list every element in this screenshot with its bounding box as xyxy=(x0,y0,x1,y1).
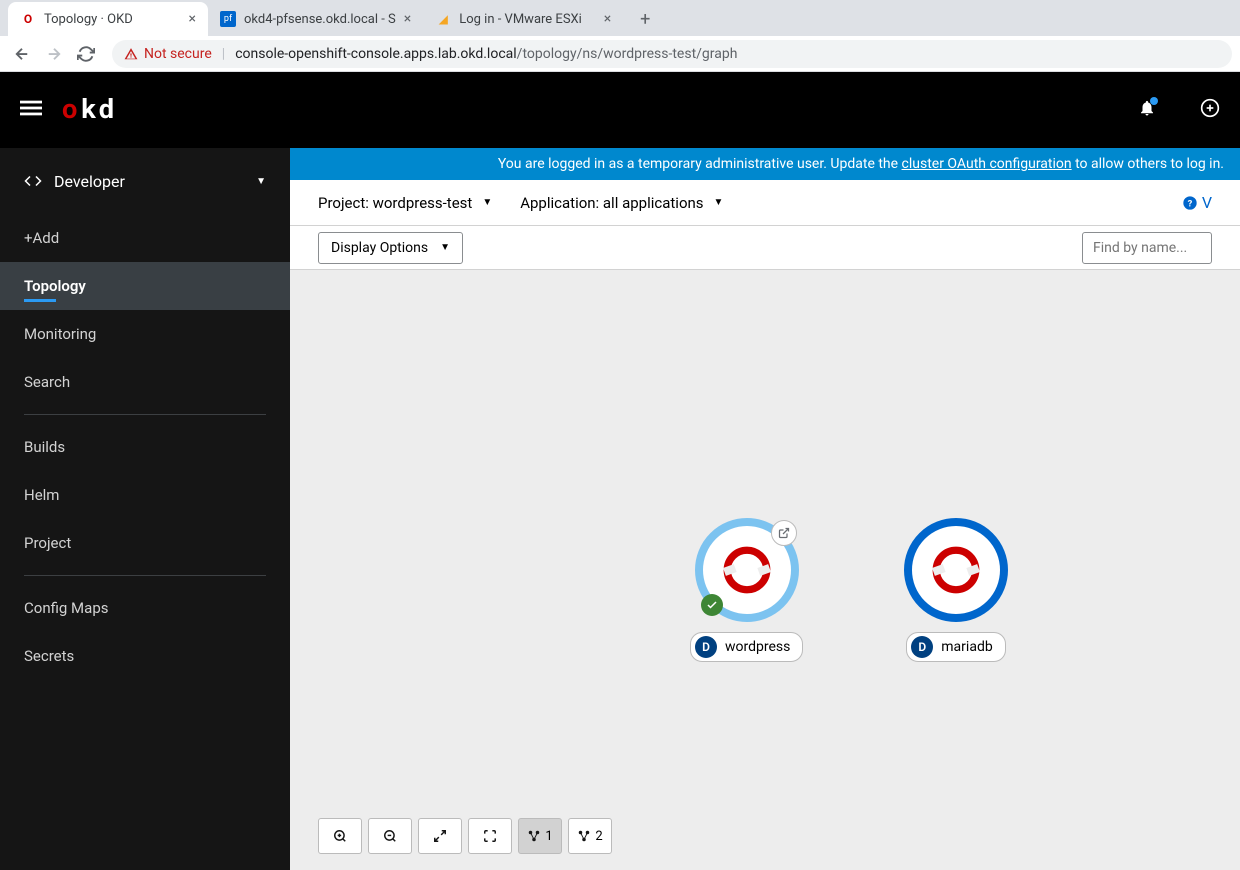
tab-title: Topology · OKD xyxy=(44,12,181,27)
address-bar[interactable]: Not secure | console-openshift-console.a… xyxy=(112,40,1232,68)
notifications-icon[interactable] xyxy=(1138,99,1156,121)
chevron-down-icon: ▼ xyxy=(714,197,724,208)
deployment-badge: D xyxy=(911,636,933,658)
add-icon[interactable] xyxy=(1200,98,1220,122)
url-host: console-openshift-console.apps.lab.okd.l… xyxy=(235,46,516,62)
chevron-down-icon: ▼ xyxy=(256,176,266,187)
topology-node-mariadb[interactable]: D mariadb xyxy=(904,518,1008,662)
tab-favicon: ◢ xyxy=(435,11,451,27)
sidebar: Developer ▼ +Add Topology Monitoring Sea… xyxy=(0,148,290,870)
hamburger-menu-icon[interactable] xyxy=(20,97,42,123)
browser-toolbar: Not secure | console-openshift-console.a… xyxy=(0,36,1240,72)
admin-banner: You are logged in as a temporary adminis… xyxy=(290,148,1240,180)
reload-button[interactable] xyxy=(72,40,100,68)
sidebar-item-helm[interactable]: Helm xyxy=(0,471,290,519)
fit-button[interactable] xyxy=(418,818,462,854)
tab-title: Log in - VMware ESXi xyxy=(459,12,596,27)
sidebar-item-project[interactable]: Project xyxy=(0,519,290,567)
browser-tab-2[interactable]: pf okd4-pfsense.okd.local - S × xyxy=(208,2,423,36)
app-header: o k d xyxy=(0,72,1240,148)
sidebar-item-search[interactable]: Search xyxy=(0,358,290,406)
display-options-dropdown[interactable]: Display Options ▼ xyxy=(318,232,463,264)
tab-title: okd4-pfsense.okd.local - S xyxy=(244,12,396,27)
deployment-badge: D xyxy=(695,636,717,658)
node-label[interactable]: D mariadb xyxy=(906,632,1005,662)
close-icon[interactable]: × xyxy=(604,11,611,27)
sidebar-item-monitoring[interactable]: Monitoring xyxy=(0,310,290,358)
close-icon[interactable]: × xyxy=(189,11,196,27)
svg-text:k: k xyxy=(81,93,96,125)
close-icon[interactable]: × xyxy=(404,11,411,27)
route-decorator-icon[interactable] xyxy=(771,520,797,546)
nav-divider xyxy=(24,414,266,415)
browser-tab-1[interactable]: O Topology · OKD × xyxy=(8,2,208,36)
forward-button[interactable] xyxy=(40,40,68,68)
openshift-icon xyxy=(721,544,773,596)
notification-dot xyxy=(1150,97,1158,105)
svg-text:d: d xyxy=(99,93,114,125)
browser-tab-3[interactable]: ◢ Log in - VMware ESXi × xyxy=(423,2,623,36)
node-circle[interactable] xyxy=(695,518,799,622)
sidebar-item-secrets[interactable]: Secrets xyxy=(0,632,290,680)
layout-1-button[interactable]: 1 xyxy=(518,818,562,854)
tab-favicon: pf xyxy=(220,11,236,27)
new-tab-button[interactable]: + xyxy=(631,5,659,33)
sidebar-item-add[interactable]: +Add xyxy=(0,214,290,262)
nav-divider xyxy=(24,575,266,576)
node-circle[interactable] xyxy=(904,518,1008,622)
project-selector[interactable]: Project: wordpress-test ▼ xyxy=(318,194,492,212)
browser-tab-strip: O Topology · OKD × pf okd4-pfsense.okd.l… xyxy=(0,0,1240,36)
main-content: You are logged in as a temporary adminis… xyxy=(290,148,1240,870)
application-selector[interactable]: Application: all applications ▼ xyxy=(520,194,723,212)
url-path: /topology/ns/wordpress-test/graph xyxy=(517,46,738,62)
svg-text:?: ? xyxy=(1187,198,1192,209)
node-label[interactable]: D wordpress xyxy=(690,632,803,662)
context-bar: Project: wordpress-test ▼ Application: a… xyxy=(290,180,1240,226)
status-ok-icon xyxy=(701,594,723,616)
tab-favicon: O xyxy=(20,11,36,27)
toolbar: Display Options ▼ xyxy=(290,226,1240,270)
sidebar-item-builds[interactable]: Builds xyxy=(0,423,290,471)
perspective-switcher[interactable]: Developer ▼ xyxy=(0,148,290,214)
security-warning: Not secure xyxy=(124,46,212,62)
topology-canvas[interactable]: D wordpress D maria xyxy=(290,270,1240,870)
chevron-down-icon: ▼ xyxy=(440,242,450,253)
perspective-label: Developer xyxy=(54,172,244,191)
node-name: mariadb xyxy=(941,639,992,655)
zoom-controls: 1 2 xyxy=(318,818,612,854)
sidebar-item-topology[interactable]: Topology xyxy=(0,262,290,310)
topology-node-wordpress[interactable]: D wordpress xyxy=(690,518,803,662)
layout-2-button[interactable]: 2 xyxy=(568,818,612,854)
node-name: wordpress xyxy=(725,639,790,655)
oauth-config-link[interactable]: cluster OAuth configuration xyxy=(902,156,1072,172)
zoom-in-button[interactable] xyxy=(318,818,362,854)
search-input[interactable] xyxy=(1082,232,1212,264)
sidebar-item-configmaps[interactable]: Config Maps xyxy=(0,584,290,632)
chevron-down-icon: ▼ xyxy=(482,197,492,208)
openshift-icon xyxy=(930,544,982,596)
zoom-out-button[interactable] xyxy=(368,818,412,854)
view-shortcuts[interactable]: ? V xyxy=(1182,193,1212,212)
okd-logo[interactable]: o k d xyxy=(62,92,142,128)
reset-view-button[interactable] xyxy=(468,818,512,854)
svg-text:o: o xyxy=(62,93,77,125)
back-button[interactable] xyxy=(8,40,36,68)
